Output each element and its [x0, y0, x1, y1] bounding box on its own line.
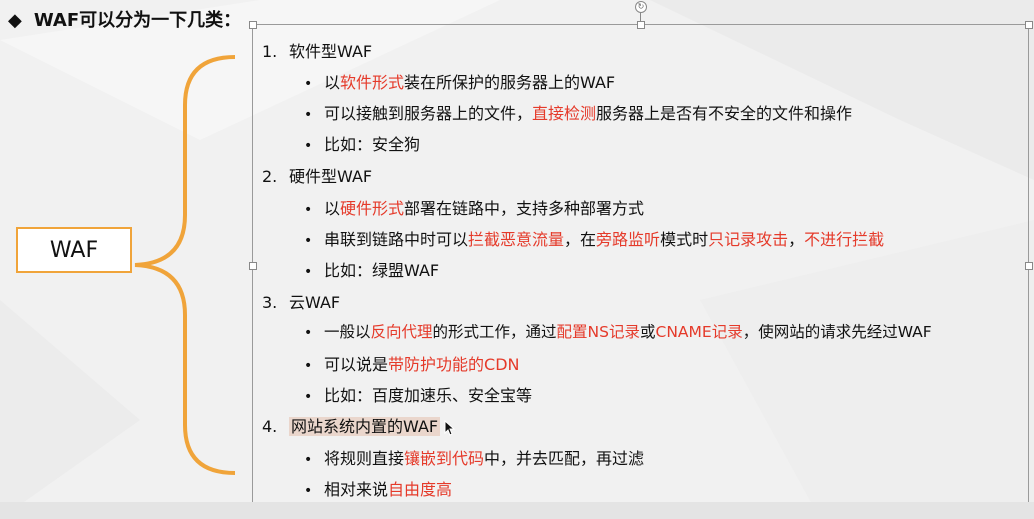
resize-handle-middle-right[interactable] — [1025, 262, 1033, 270]
item-number: 1. — [262, 42, 278, 61]
seg: ，在 — [564, 230, 597, 249]
diamond-bullet-icon: ◆ — [8, 10, 22, 31]
seg-red: 硬件形式 — [340, 199, 405, 218]
seg: 装在所保护的服务器上的WAF — [404, 73, 616, 92]
waf-label: WAF — [49, 237, 99, 263]
bullet-1-3: • 比如：安全狗 — [304, 131, 420, 155]
bullet-icon: • — [304, 264, 313, 280]
bullet-4-2: • 相对来说自由度高 — [304, 476, 452, 500]
bullet-icon: • — [304, 358, 313, 374]
item-number: 2. — [262, 167, 278, 186]
curly-brace-shape — [134, 55, 236, 475]
bullet-icon: • — [304, 107, 313, 123]
bullet-icon: • — [304, 325, 313, 341]
seg-red: 拦截恶意流量 — [468, 230, 565, 249]
bullet-4-1: • 将规则直接镶嵌到代码中，并去匹配，再过滤 — [304, 445, 644, 469]
resize-handle-top-left[interactable] — [249, 21, 257, 29]
seg-red: 不进行拦截 — [804, 230, 885, 249]
seg-red: 旁路监听 — [596, 230, 661, 249]
seg: 中，并去匹配，再过滤 — [484, 449, 645, 468]
page-heading: ◆ WAF可以分为一下几类： — [8, 6, 241, 32]
seg: 可以说是 — [324, 355, 389, 374]
bullet-icon: • — [304, 202, 313, 218]
seg: 部署在链路中，支持多种部署方式 — [404, 199, 645, 218]
seg-red: 软件形式 — [340, 73, 405, 92]
item-title: 云WAF — [289, 293, 341, 312]
seg-red: 只记录攻击 — [708, 230, 789, 249]
resize-handle-top-center[interactable] — [637, 21, 645, 29]
bullet-icon: • — [304, 138, 313, 154]
seg-red: 配置NS记录 — [556, 323, 640, 341]
list-item-3: 3. 云WAF — [262, 289, 340, 313]
seg: 服务器上是否有不安全的文件和操作 — [596, 104, 853, 123]
seg: 相对来说 — [324, 480, 389, 499]
item-title: 硬件型WAF — [289, 167, 373, 186]
seg: 比如：安全狗 — [324, 135, 421, 154]
list-item-1: 1. 软件型WAF — [262, 38, 372, 62]
bottom-strip — [0, 502, 1034, 519]
waf-label-box[interactable]: WAF — [16, 227, 132, 273]
seg: 串联到链路中时可以 — [324, 230, 469, 249]
seg: 一般以 — [324, 323, 371, 341]
bullet-icon: • — [304, 483, 313, 499]
item-title: 软件型WAF — [289, 42, 373, 61]
heading-text: WAF可以分为一下几类： — [33, 10, 242, 31]
seg-red: 直接检测 — [532, 104, 597, 123]
bullet-3-3: • 比如：百度加速乐、安全宝等 — [304, 382, 532, 406]
seg-red: 镶嵌到代码 — [404, 449, 485, 468]
seg-red: 反向代理 — [370, 323, 433, 341]
resize-handle-top-right[interactable] — [1025, 21, 1033, 29]
mouse-cursor-icon — [444, 420, 456, 436]
seg: ， — [788, 230, 805, 249]
seg: 的形式工作，通过 — [432, 323, 557, 341]
bullet-1-2: • 可以接触到服务器上的文件，直接检测服务器上是否有不安全的文件和操作 — [304, 100, 852, 124]
item-number: 4. — [262, 417, 278, 436]
bullet-2-1: • 以硬件形式部署在链路中，支持多种部署方式 — [304, 195, 644, 219]
seg: 模式时 — [660, 230, 709, 249]
list-item-4: 4. 网站系统内置的WAF — [262, 413, 441, 437]
bullet-icon: • — [304, 452, 313, 468]
bullet-3-1: • 一般以反向代理的形式工作，通过配置NS记录或CNAME记录，使网站的请求先经过… — [304, 320, 932, 342]
bullet-icon: • — [304, 76, 313, 92]
resize-handle-middle-left[interactable] — [249, 262, 257, 270]
seg: 将规则直接 — [324, 449, 405, 468]
seg: 以 — [324, 73, 341, 92]
bullet-2-3: • 比如：绿盟WAF — [304, 257, 439, 281]
seg-red: 带防护功能的CDN — [388, 355, 520, 374]
list-item-2: 2. 硬件型WAF — [262, 163, 372, 187]
bullet-1-1: • 以软件形式装在所保护的服务器上的WAF — [304, 69, 615, 93]
seg-red: 自由度高 — [388, 480, 453, 499]
rotate-handle-icon[interactable]: ↻ — [635, 1, 647, 13]
seg: 或 — [639, 323, 656, 341]
bullet-3-2: • 可以说是带防护功能的CDN — [304, 351, 519, 375]
seg: ，使网站的请求先经过WAF — [742, 323, 932, 341]
bullet-icon: • — [304, 389, 313, 405]
bullet-2-2: • 串联到链路中时可以拦截恶意流量，在旁路监听模式时只记录攻击，不进行拦截 — [304, 226, 884, 250]
seg-red: CNAME记录 — [655, 323, 743, 341]
item-number: 3. — [262, 293, 278, 312]
seg: 可以接触到服务器上的文件， — [324, 104, 533, 123]
bullet-icon: • — [304, 233, 313, 249]
seg: 比如：百度加速乐、安全宝等 — [324, 386, 533, 405]
seg: 比如：绿盟WAF — [324, 261, 440, 280]
item-title-selected[interactable]: 网站系统内置的WAF — [289, 417, 441, 436]
seg: 以 — [324, 199, 341, 218]
